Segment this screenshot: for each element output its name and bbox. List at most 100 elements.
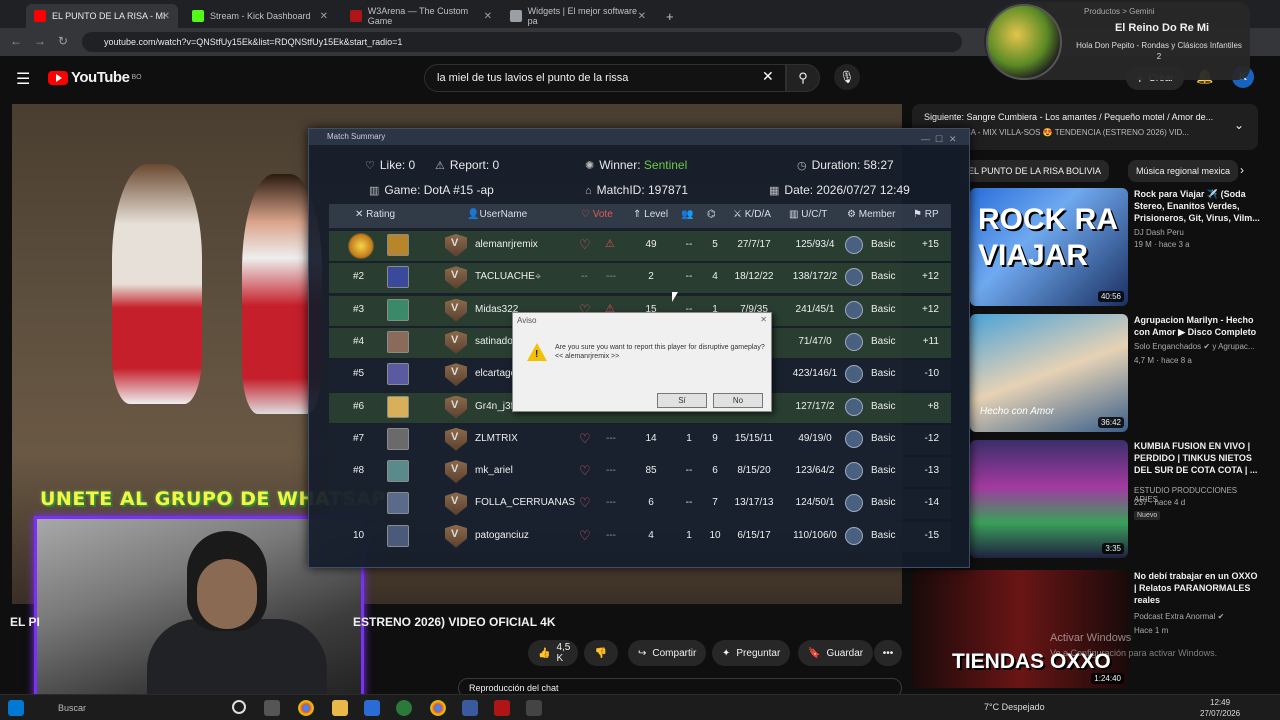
video-thumbnail[interactable]: 3:35	[970, 440, 1128, 558]
reload-icon[interactable]: ↻	[58, 34, 68, 48]
tab-widgets[interactable]: Widgets | El mejor software pa ✕	[502, 4, 654, 28]
new-tab-button[interactable]: +	[658, 4, 682, 28]
vote-heart-icon[interactable]: ♡	[579, 495, 591, 511]
column-rp[interactable]: ⚑ RP	[913, 209, 939, 220]
clear-search-icon[interactable]: ✕	[762, 68, 774, 85]
maximize-icon[interactable]: ☐	[935, 131, 943, 147]
youtube-logo[interactable]: YouTube BO	[48, 69, 142, 86]
dialog-title: Aviso	[517, 316, 537, 325]
chrome-icon[interactable]	[298, 700, 314, 716]
username[interactable]: elcartage	[475, 368, 516, 379]
close-tab-icon[interactable]: ✕	[484, 11, 492, 22]
player-row[interactable]: FOLLA_CERRUANAS ♡ --- 6 -- 7 13/17/13 124/50/1 B…	[329, 489, 951, 520]
tab-youtube[interactable]: EL PUNTO DE LA RISA - MI ✕	[26, 4, 178, 28]
close-icon[interactable]: ✕	[949, 131, 957, 147]
url-field[interactable]: youtube.com/watch?v=QNStfUy15Ek&list=RDQ…	[82, 32, 962, 52]
player-row[interactable]: #2TACLUACHE⌖-----2--418/12/22138/172/2Ba…	[329, 263, 951, 294]
column-level[interactable]: ⇑ Level	[633, 209, 668, 220]
report-counter[interactable]: ⚠ Report: 0	[435, 158, 499, 172]
chevron-down-icon[interactable]: ⌄	[1234, 118, 1244, 132]
video-title: ESTRENO 2026) VIDEO OFICIAL 4K	[353, 615, 556, 629]
player-row[interactable]: #8 mk_ariel ♡ --- 85 -- 6 8/15/20 123/64/2 Basic -…	[329, 457, 951, 488]
file-explorer-icon[interactable]	[332, 700, 348, 716]
player-row[interactable]: alemanrjremix ♡ ⚠ 49 -- 5 27/7/17 125/93/4 Basic…	[329, 231, 951, 261]
chevron-right-icon[interactable]: ›	[1240, 163, 1244, 177]
vote-heart-icon[interactable]: ♡	[579, 528, 591, 544]
vote-heart-icon[interactable]: ♡	[579, 237, 591, 253]
username[interactable]: TACLUACHE	[475, 271, 535, 282]
chrome-icon[interactable]	[430, 700, 446, 716]
rp-change: +15	[922, 239, 939, 250]
column-uct[interactable]: ▥ U/C/T	[789, 209, 827, 220]
video-thumbnail[interactable]: TIENDAS OXXO 1:24:40	[912, 570, 1128, 688]
recommended-video[interactable]: ROCK RA VIAJAR 40:56 Rock para Viajar ✈️…	[970, 188, 1260, 308]
weather-widget[interactable]: 7°C Despejado	[984, 702, 1045, 712]
close-tab-icon[interactable]: ✕	[320, 11, 328, 22]
task-view-icon[interactable]	[264, 700, 280, 716]
chip-musica-regional[interactable]: Música regional mexica	[1128, 160, 1239, 182]
uct: 138/172/2	[792, 271, 838, 283]
forward-icon[interactable]: →	[34, 34, 46, 48]
more-actions-button[interactable]: •••	[874, 640, 902, 666]
taskbar-search[interactable]: Buscar	[58, 703, 86, 713]
w3arena-icon[interactable]	[494, 700, 510, 716]
kick-favicon-icon	[192, 10, 204, 22]
tab-w3arena[interactable]: W3Arena — The Custom Game ✕	[342, 4, 500, 28]
close-icon[interactable]: ✕	[760, 315, 767, 324]
recommended-video[interactable]: Hecho con Amor 36:42 Agrupacion Marilyn …	[970, 314, 1260, 434]
tab-kick[interactable]: Stream - Kick Dashboard ✕	[184, 4, 336, 28]
dialog-question: Are you sure you want to report this pla…	[555, 344, 765, 351]
cortana-icon[interactable]	[232, 700, 246, 714]
vote-heart-icon[interactable]: ♡	[579, 431, 591, 447]
obs-icon[interactable]	[462, 700, 478, 716]
minimize-icon[interactable]: —	[921, 131, 930, 147]
username[interactable]: patoganciuz	[475, 530, 529, 541]
column-vote[interactable]: ♡ Vote	[581, 209, 613, 220]
winner-info: ✺ Winner: Sentinel	[585, 158, 687, 172]
username[interactable]: FOLLA_CERRUANAS	[475, 497, 575, 508]
hamburger-menu-icon[interactable]: ☰	[16, 69, 30, 89]
search-button[interactable]: ⚲	[786, 64, 820, 92]
player-row[interactable]: 10 patoganciuz ♡ --- 4 1 10 6/15/17 110/106/0 Bas…	[329, 521, 951, 552]
player-row[interactable]: #7 ZLMTRIX ♡ --- 14 1 9 15/15/11 49/19/0 Basic -12	[329, 424, 951, 455]
ask-button[interactable]: ✦ Preguntar	[712, 640, 791, 666]
yes-button[interactable]: Sí	[657, 393, 707, 408]
column-rating[interactable]: ✕ Rating	[355, 209, 395, 220]
username[interactable]: ZLMTRIX	[475, 433, 518, 444]
clock[interactable]: 12:49 27/07/2026	[1200, 697, 1240, 719]
username[interactable]: alemanrjremix	[475, 239, 538, 250]
like-counter[interactable]: ♡ Like: 0	[365, 158, 415, 172]
recommended-video[interactable]: TIENDAS OXXO 1:24:40 No debí trabajar en…	[912, 570, 1260, 690]
xbox-icon[interactable]	[396, 700, 412, 716]
mail-icon[interactable]	[364, 700, 380, 716]
window-titlebar[interactable]: Match Summary — ☐ ✕	[309, 129, 969, 145]
windows-start-icon[interactable]	[8, 700, 24, 716]
stat-b: 10	[709, 529, 721, 541]
video-thumbnail[interactable]: Hecho con Amor 36:42	[970, 314, 1128, 432]
close-tab-icon[interactable]: ✕	[162, 11, 170, 22]
chip-punto-risa[interactable]: EL PUNTO DE LA RISA BOLIVIA	[960, 160, 1110, 182]
column-kda[interactable]: ⚔ K/D/A	[733, 209, 771, 220]
search-input[interactable]: la miel de tus lavios el punto de la ris…	[424, 64, 786, 92]
voice-search-button[interactable]: 🎙	[834, 64, 860, 90]
report-warning-icon[interactable]: ⚠	[605, 237, 615, 250]
video-thumbnail[interactable]: ROCK RA VIAJAR 40:56	[970, 188, 1128, 306]
column-username[interactable]: 👤UserName	[467, 209, 527, 220]
level: 6	[648, 497, 654, 509]
sparkle-icon: ✦	[722, 647, 731, 659]
column-member[interactable]: ⚙ Member	[847, 209, 895, 220]
dislike-button[interactable]: 👎	[584, 640, 618, 666]
recommended-video[interactable]: 3:35 KUMBIA FUSION EN VIVO | PERDIDO | T…	[970, 440, 1260, 560]
now-playing-popup[interactable]: Productos > Gemini El Reino Do Re Mi Hol…	[984, 2, 1250, 80]
no-button[interactable]: No	[713, 393, 763, 408]
warcraft-icon[interactable]	[526, 700, 542, 716]
vote-heart-icon[interactable]: ♡	[579, 463, 591, 479]
username[interactable]: mk_ariel	[475, 465, 513, 476]
like-button[interactable]: 👍 4,5 K	[528, 640, 578, 666]
username[interactable]: satinador	[475, 336, 516, 347]
back-icon[interactable]: ←	[10, 34, 22, 48]
save-button[interactable]: 🔖 Guardar	[798, 640, 874, 666]
share-button[interactable]: ↪ Compartir	[628, 640, 707, 666]
close-tab-icon[interactable]: ✕	[638, 11, 646, 22]
sword-icon: ⚔	[733, 209, 745, 220]
